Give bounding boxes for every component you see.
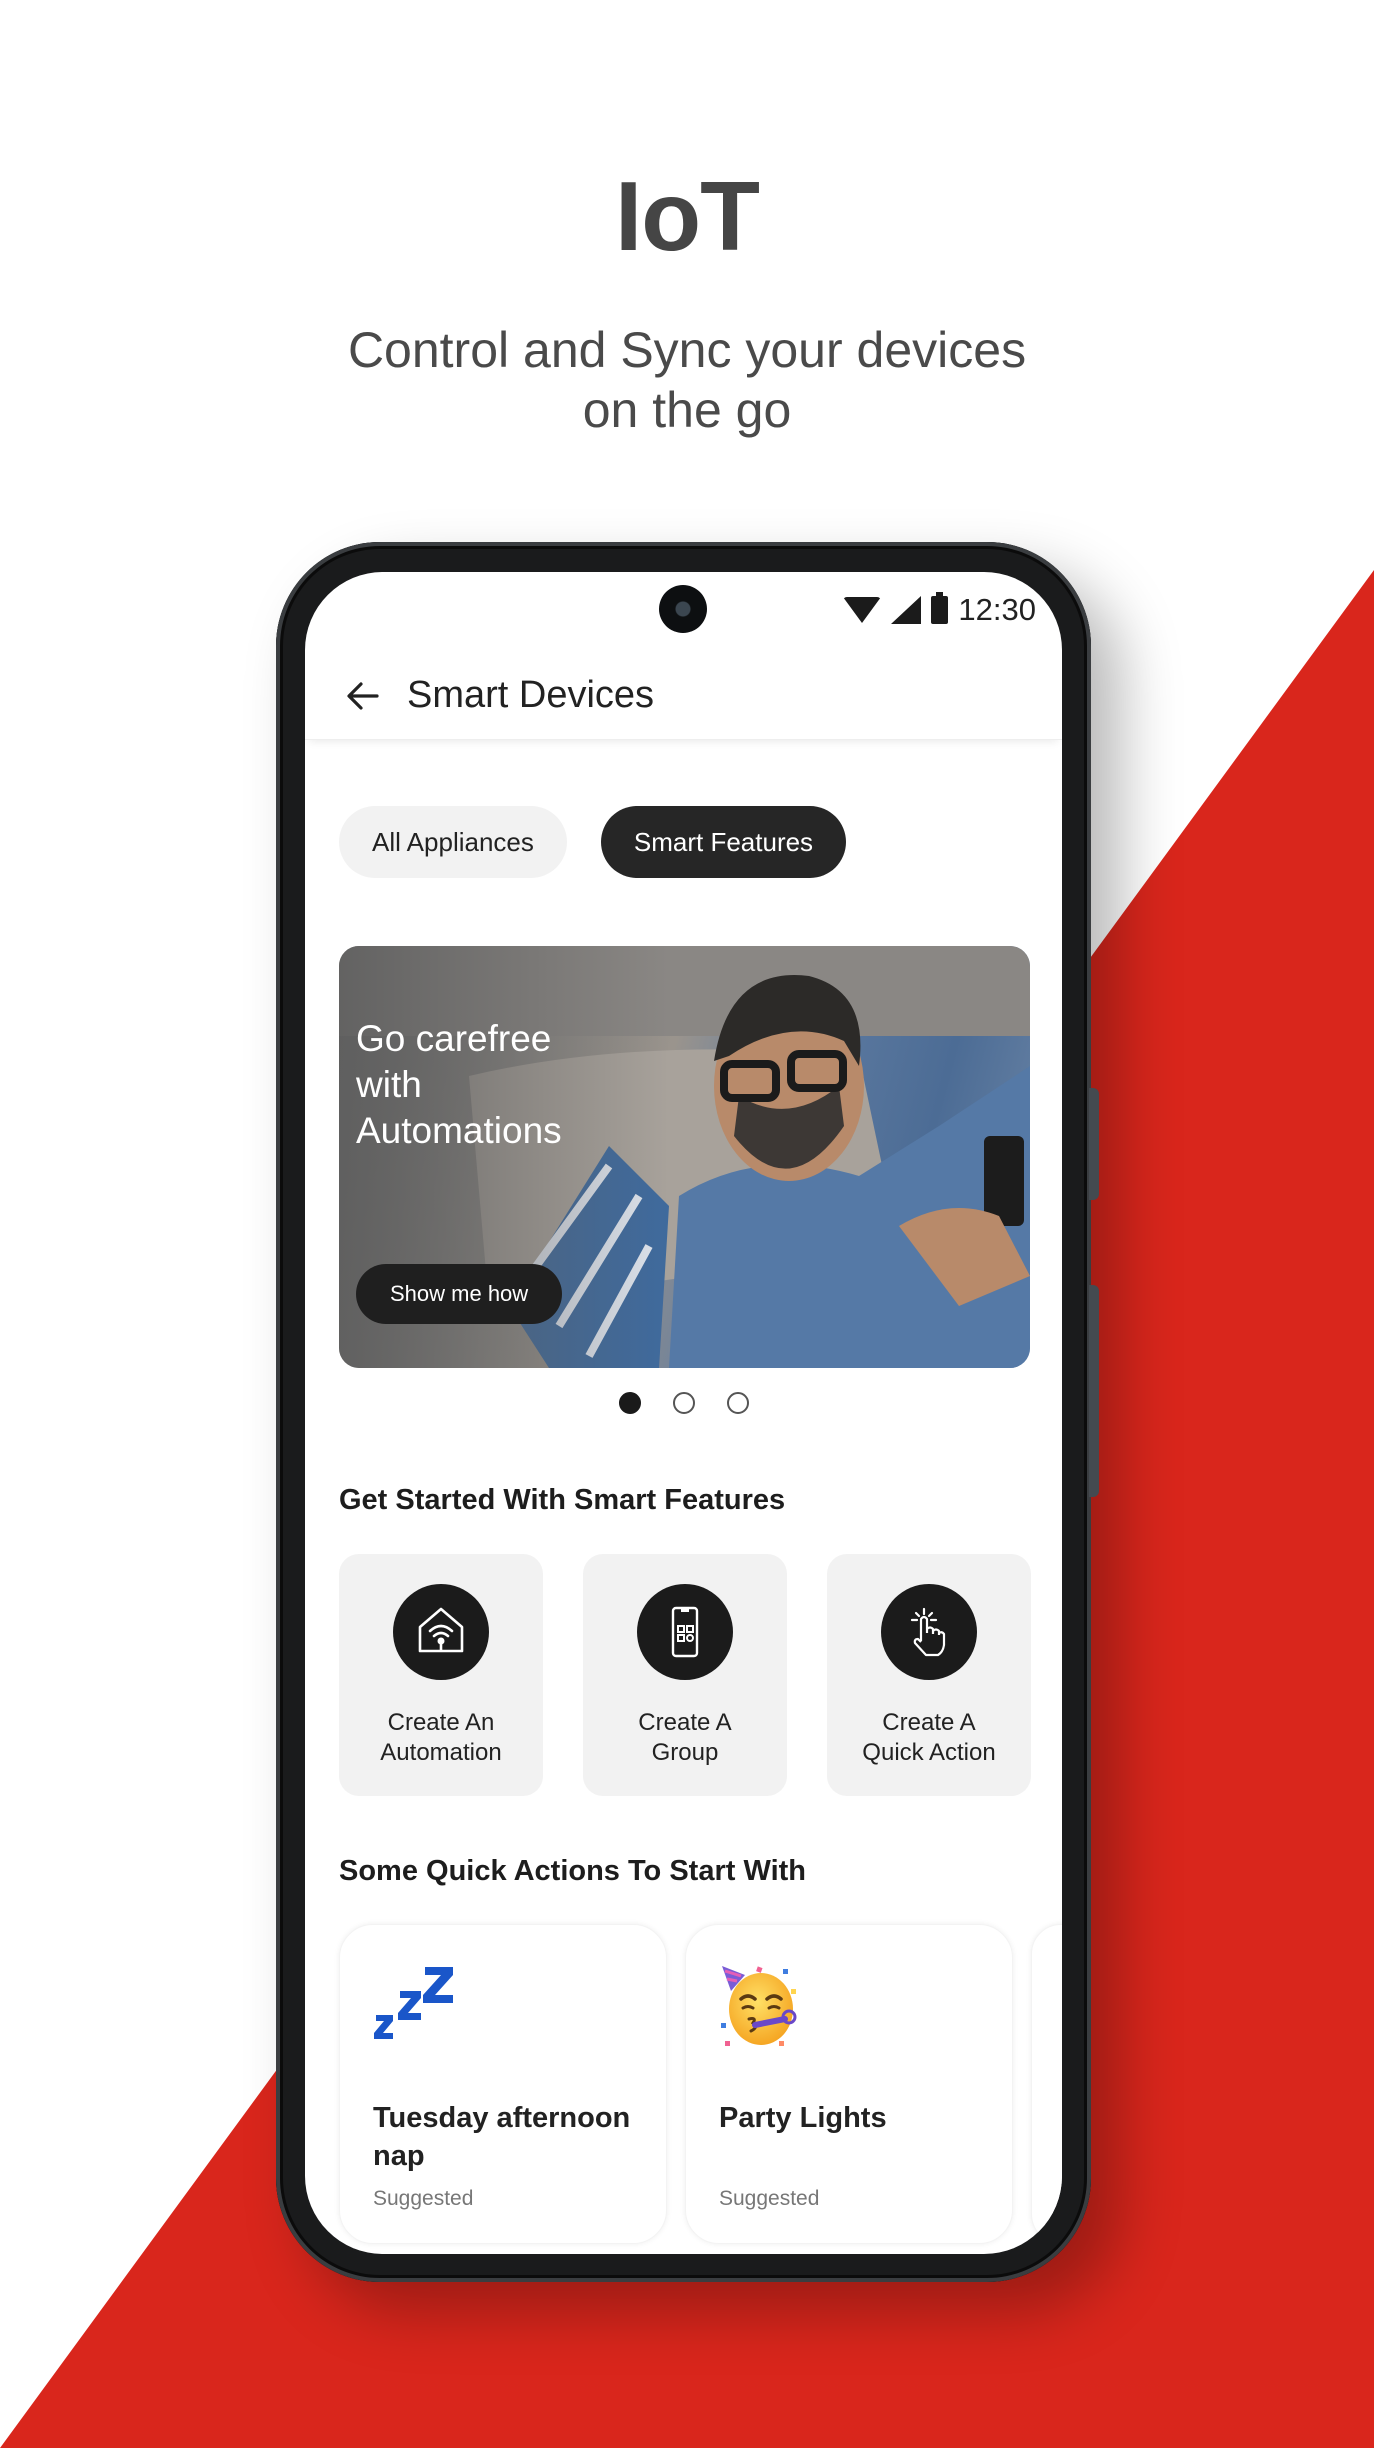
feature-icon-circle xyxy=(881,1584,977,1680)
create-automation-card[interactable]: Create An Automation xyxy=(339,1554,543,1796)
arrow-left-icon[interactable] xyxy=(343,676,383,716)
feature-label: Create An Automation xyxy=(356,1708,526,1768)
quick-actions-heading: Some Quick Actions To Start With xyxy=(339,1855,807,1887)
hero-subtitle-line-2: on the go xyxy=(582,382,792,438)
create-quick-action-card[interactable]: Create A Quick Action xyxy=(827,1554,1031,1796)
banner-headline-line-1: Go carefree xyxy=(356,1018,552,1059)
quick-action-title: Tuesday afternoon nap xyxy=(373,2102,631,2172)
quick-action-subtitle: Suggested xyxy=(719,2187,820,2210)
get-started-heading: Get Started With Smart Features xyxy=(339,1484,786,1516)
signal-icon xyxy=(891,596,922,624)
feature-label-line-2: Group xyxy=(651,1739,719,1766)
quick-action-subtitle: Suggested xyxy=(373,2187,474,2210)
show-me-how-button[interactable]: Show me how xyxy=(356,1264,563,1324)
banner-headline-line-2: with xyxy=(356,1064,422,1105)
carousel-dot-1[interactable] xyxy=(618,1392,641,1414)
feature-cards: Create An Automation Create A Group Crea… xyxy=(339,1554,1031,1796)
feature-icon-circle xyxy=(393,1584,489,1680)
tab-all-appliances[interactable]: All Appliances xyxy=(339,806,567,878)
tab-smart-features[interactable]: Smart Features xyxy=(600,806,847,878)
wifi-icon xyxy=(843,597,882,623)
phone-power-button xyxy=(1089,1088,1099,1200)
banner-headline: Go carefree with Automations xyxy=(356,1016,636,1154)
quick-action-card-next[interactable] xyxy=(1031,1924,1062,2244)
hero-subtitle-line-1: Control and Sync your devices xyxy=(347,322,1027,378)
feature-icon-circle xyxy=(637,1584,733,1680)
tap-hand-icon xyxy=(910,1607,946,1657)
status-time: 12:30 xyxy=(958,592,1036,627)
carousel-dot-2[interactable] xyxy=(672,1392,695,1414)
feature-label: Create A Quick Action xyxy=(844,1708,1014,1768)
smart-home-icon xyxy=(418,1607,464,1653)
feature-label-line-2: Automation xyxy=(380,1739,502,1766)
quick-action-cards: Tuesday afternoon nap Suggested Party Li… xyxy=(339,1924,1062,2244)
front-camera xyxy=(659,585,707,633)
battery-icon xyxy=(931,592,949,624)
feature-label-line-1: Create A xyxy=(882,1709,976,1736)
quick-action-card-party[interactable]: Party Lights Suggested xyxy=(685,1924,1013,2244)
feature-label-line-2: Quick Action xyxy=(862,1739,996,1766)
page-title: Smart Devices xyxy=(407,674,655,716)
hero-title: IoT xyxy=(615,161,760,271)
feature-label-line-1: Create A xyxy=(638,1709,732,1736)
carousel-dot-3[interactable] xyxy=(726,1392,749,1414)
app-bar: Smart Devices xyxy=(305,652,1062,740)
promo-banner[interactable]: Go carefree with Automations Show me how xyxy=(339,946,1030,1368)
zzz-sleep-icon xyxy=(374,1967,453,2039)
banner-headline-line-3: Automations xyxy=(356,1110,562,1151)
status-bar: 12:30 xyxy=(843,590,1036,630)
feature-label: Create A Group xyxy=(600,1708,770,1768)
carousel-indicator xyxy=(305,1392,1062,1414)
create-group-card[interactable]: Create A Group xyxy=(583,1554,787,1796)
hero-subtitle: Control and Sync your devices on the go xyxy=(0,320,1374,440)
quick-action-card-nap[interactable]: Tuesday afternoon nap Suggested xyxy=(339,1924,667,2244)
phone-grid-icon xyxy=(671,1606,699,1658)
phone-volume-button xyxy=(1089,1285,1099,1497)
feature-label-line-1: Create An xyxy=(387,1709,495,1736)
phone-screen: 12:30 Smart Devices All Appliances Smart… xyxy=(305,572,1062,2254)
party-face-icon xyxy=(721,1966,797,2046)
quick-action-title: Party Lights xyxy=(719,2102,887,2134)
tab-bar: All Appliances Smart Features xyxy=(339,806,847,878)
